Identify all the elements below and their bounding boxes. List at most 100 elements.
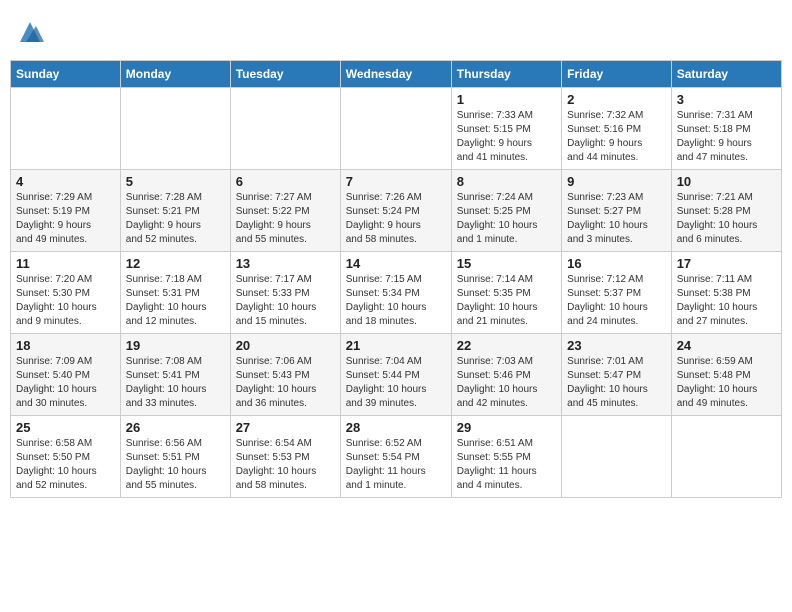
calendar-cell: 27Sunrise: 6:54 AM Sunset: 5:53 PM Dayli… <box>230 416 340 498</box>
day-info: Sunrise: 7:21 AM Sunset: 5:28 PM Dayligh… <box>677 191 776 247</box>
day-number: 14 <box>346 256 446 271</box>
day-info: Sunrise: 7:11 AM Sunset: 5:38 PM Dayligh… <box>677 273 776 329</box>
calendar-cell: 25 Sunrise: 6:58 AM Sunset: 5:50 PM Dayli… <box>11 416 121 498</box>
day-number: 17 <box>677 256 776 271</box>
calendar-cell: 2Sunrise: 7:32 AM Sunset: 5:16 PM Daylig… <box>562 88 672 170</box>
day-number: 19 <box>126 338 225 353</box>
day-info: Sunrise: 7:28 AM Sunset: 5:21 PM Dayligh… <box>126 191 225 247</box>
day-number: 20 <box>236 338 335 353</box>
calendar-cell: 20 Sunrise: 7:06 AM Sunset: 5:43 PM Dayli… <box>230 334 340 416</box>
day-info: Sunrise: 6:51 AM Sunset: 5:55 PM Dayligh… <box>457 437 556 493</box>
day-number: 12 <box>126 256 225 271</box>
calendar-cell: 1 Sunrise: 7:33 AM Sunset: 5:15 PM Daylig… <box>451 88 561 170</box>
calendar-cell: 5 Sunrise: 7:28 AM Sunset: 5:21 PM Daylig… <box>120 170 230 252</box>
calendar-cell: 13 Sunrise: 7:17 AM Sunset: 5:33 PM Dayli… <box>230 252 340 334</box>
calendar-cell: 10Sunrise: 7:21 AM Sunset: 5:28 PM Dayli… <box>671 170 781 252</box>
day-info: Sunrise: 7:08 AM Sunset: 5:41 PM Dayligh… <box>126 355 225 411</box>
header <box>10 10 782 54</box>
day-number: 29 <box>457 420 556 435</box>
calendar-cell: 17 Sunrise: 7:11 AM Sunset: 5:38 PM Dayli… <box>671 252 781 334</box>
day-info: Sunrise: 7:27 AM Sunset: 5:22 PM Dayligh… <box>236 191 335 247</box>
calendar-table: SundayMondayTuesdayWednesdayThursdayFrid… <box>10 60 782 498</box>
calendar-cell <box>120 88 230 170</box>
day-info: Sunrise: 7:24 AM Sunset: 5:25 PM Dayligh… <box>457 191 556 247</box>
day-number: 5 <box>126 174 225 189</box>
calendar-cell: 6 Sunrise: 7:27 AM Sunset: 5:22 PM Daylig… <box>230 170 340 252</box>
calendar-cell: 16Sunrise: 7:12 AM Sunset: 5:37 PM Dayli… <box>562 252 672 334</box>
calendar-cell <box>671 416 781 498</box>
weekday-header-saturday: Saturday <box>671 61 781 88</box>
calendar-cell <box>562 416 672 498</box>
day-number: 11 <box>16 256 115 271</box>
day-number: 9 <box>567 174 666 189</box>
calendar-cell: 14 Sunrise: 7:15 AM Sunset: 5:34 PM Dayli… <box>340 252 451 334</box>
day-number: 6 <box>236 174 335 189</box>
day-number: 3 <box>677 92 776 107</box>
day-number: 26 <box>126 420 225 435</box>
weekday-header-row: SundayMondayTuesdayWednesdayThursdayFrid… <box>11 61 782 88</box>
day-info: Sunrise: 7:26 AM Sunset: 5:24 PM Dayligh… <box>346 191 446 247</box>
calendar-cell: 9Sunrise: 7:23 AM Sunset: 5:27 PM Daylig… <box>562 170 672 252</box>
weekday-header-wednesday: Wednesday <box>340 61 451 88</box>
day-number: 24 <box>677 338 776 353</box>
weekday-header-friday: Friday <box>562 61 672 88</box>
day-info: Sunrise: 6:56 AM Sunset: 5:51 PM Dayligh… <box>126 437 225 493</box>
day-number: 2 <box>567 92 666 107</box>
calendar-week-row: 18 Sunrise: 7:09 AM Sunset: 5:40 PM Dayli… <box>11 334 782 416</box>
day-info: Sunrise: 7:33 AM Sunset: 5:15 PM Dayligh… <box>457 109 556 165</box>
day-info: Sunrise: 6:59 AM Sunset: 5:48 PM Dayligh… <box>677 355 776 411</box>
weekday-header-thursday: Thursday <box>451 61 561 88</box>
calendar-cell: 24 Sunrise: 6:59 AM Sunset: 5:48 PM Dayli… <box>671 334 781 416</box>
calendar-cell: 29 Sunrise: 6:51 AM Sunset: 5:55 PM Dayli… <box>451 416 561 498</box>
day-number: 13 <box>236 256 335 271</box>
day-number: 18 <box>16 338 115 353</box>
day-info: Sunrise: 7:04 AM Sunset: 5:44 PM Dayligh… <box>346 355 446 411</box>
day-info: Sunrise: 7:14 AM Sunset: 5:35 PM Dayligh… <box>457 273 556 329</box>
calendar-cell: 7 Sunrise: 7:26 AM Sunset: 5:24 PM Daylig… <box>340 170 451 252</box>
calendar-cell: 3 Sunrise: 7:31 AM Sunset: 5:18 PM Daylig… <box>671 88 781 170</box>
day-info: Sunrise: 7:20 AM Sunset: 5:30 PM Dayligh… <box>16 273 115 329</box>
calendar-week-row: 11 Sunrise: 7:20 AM Sunset: 5:30 PM Dayli… <box>11 252 782 334</box>
day-info: Sunrise: 7:03 AM Sunset: 5:46 PM Dayligh… <box>457 355 556 411</box>
calendar-cell: 18 Sunrise: 7:09 AM Sunset: 5:40 PM Dayli… <box>11 334 121 416</box>
calendar-cell <box>340 88 451 170</box>
day-info: Sunrise: 7:29 AM Sunset: 5:19 PM Dayligh… <box>16 191 115 247</box>
day-number: 25 <box>16 420 115 435</box>
day-info: Sunrise: 7:18 AM Sunset: 5:31 PM Dayligh… <box>126 273 225 329</box>
logo <box>14 18 44 46</box>
calendar-cell <box>230 88 340 170</box>
day-number: 22 <box>457 338 556 353</box>
calendar-week-row: 4 Sunrise: 7:29 AM Sunset: 5:19 PM Daylig… <box>11 170 782 252</box>
day-info: Sunrise: 7:01 AM Sunset: 5:47 PM Dayligh… <box>567 355 666 411</box>
calendar-cell: 11 Sunrise: 7:20 AM Sunset: 5:30 PM Dayli… <box>11 252 121 334</box>
calendar-cell: 28Sunrise: 6:52 AM Sunset: 5:54 PM Dayli… <box>340 416 451 498</box>
day-info: Sunrise: 7:17 AM Sunset: 5:33 PM Dayligh… <box>236 273 335 329</box>
day-number: 27 <box>236 420 335 435</box>
logo-icon <box>16 18 44 46</box>
weekday-header-tuesday: Tuesday <box>230 61 340 88</box>
day-info: Sunrise: 7:06 AM Sunset: 5:43 PM Dayligh… <box>236 355 335 411</box>
calendar-cell: 22 Sunrise: 7:03 AM Sunset: 5:46 PM Dayli… <box>451 334 561 416</box>
day-number: 16 <box>567 256 666 271</box>
weekday-header-monday: Monday <box>120 61 230 88</box>
day-number: 1 <box>457 92 556 107</box>
day-number: 23 <box>567 338 666 353</box>
day-info: Sunrise: 7:15 AM Sunset: 5:34 PM Dayligh… <box>346 273 446 329</box>
day-number: 28 <box>346 420 446 435</box>
calendar-cell: 8 Sunrise: 7:24 AM Sunset: 5:25 PM Daylig… <box>451 170 561 252</box>
weekday-header-sunday: Sunday <box>11 61 121 88</box>
calendar-week-row: 1 Sunrise: 7:33 AM Sunset: 5:15 PM Daylig… <box>11 88 782 170</box>
day-number: 21 <box>346 338 446 353</box>
calendar-cell: 23 Sunrise: 7:01 AM Sunset: 5:47 PM Dayli… <box>562 334 672 416</box>
day-info: Sunrise: 7:09 AM Sunset: 5:40 PM Dayligh… <box>16 355 115 411</box>
day-info: Sunrise: 7:31 AM Sunset: 5:18 PM Dayligh… <box>677 109 776 165</box>
calendar-cell: 21 Sunrise: 7:04 AM Sunset: 5:44 PM Dayli… <box>340 334 451 416</box>
day-number: 8 <box>457 174 556 189</box>
day-number: 7 <box>346 174 446 189</box>
day-number: 4 <box>16 174 115 189</box>
calendar-week-row: 25 Sunrise: 6:58 AM Sunset: 5:50 PM Dayli… <box>11 416 782 498</box>
day-info: Sunrise: 6:58 AM Sunset: 5:50 PM Dayligh… <box>16 437 115 493</box>
calendar-cell: 26 Sunrise: 6:56 AM Sunset: 5:51 PM Dayli… <box>120 416 230 498</box>
calendar-cell <box>11 88 121 170</box>
calendar-cell: 15Sunrise: 7:14 AM Sunset: 5:35 PM Dayli… <box>451 252 561 334</box>
